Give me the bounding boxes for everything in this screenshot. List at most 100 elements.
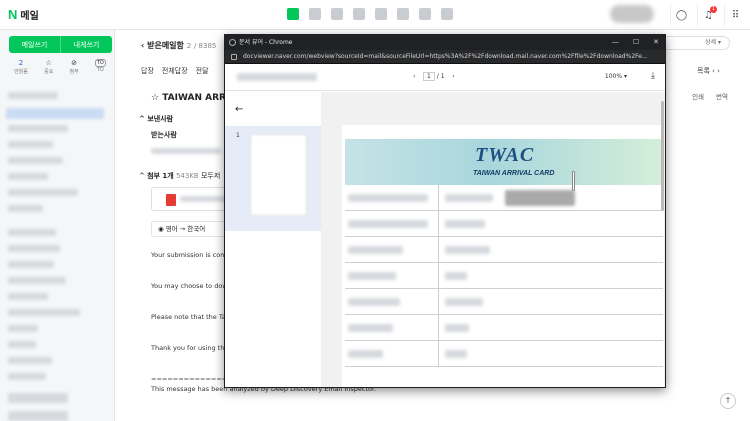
window-title: 문서 뷰어 - Chrome	[239, 39, 293, 46]
close-button[interactable]: ✕	[653, 35, 659, 50]
list-button[interactable]: 목록 ‹ ›	[697, 66, 720, 76]
naver-mail-logo[interactable]: N 메일	[8, 7, 39, 22]
receiver-label: 받는사람	[151, 131, 177, 139]
thumbnail-page[interactable]	[250, 134, 307, 216]
zoom-select[interactable]: 100% ▾	[605, 73, 627, 80]
quick-filters: 2 안읽음 ☆ 중요 ⊘ 첨부 TO TO	[6, 59, 114, 75]
translate-direction: 영어 → 한국어	[165, 225, 206, 233]
translate-button[interactable]: 번역	[716, 91, 728, 101]
folder-item[interactable]	[8, 261, 54, 268]
pdf-icon	[166, 194, 176, 206]
save-all-button[interactable]: 모두저	[201, 172, 220, 180]
important-filter[interactable]: ☆ 중요	[44, 59, 53, 75]
body-line: Your submission is compl	[151, 251, 233, 259]
page-indicator: ‹ 1 / 1 ›	[413, 72, 455, 81]
attachment-filter[interactable]: ⊘ 첨부	[69, 59, 78, 75]
to-filter[interactable]: TO TO	[94, 59, 106, 75]
mail-date	[151, 148, 221, 154]
write-mail-button[interactable]: 메일쓰기	[9, 36, 60, 53]
address-bar[interactable]: docviewer.naver.com/webview?sourceId=mai…	[225, 50, 665, 64]
app-title: 메일	[20, 11, 39, 22]
folder-item[interactable]	[8, 141, 53, 148]
field-value	[445, 220, 485, 228]
thumbnail-panel: ← 1	[225, 92, 321, 387]
folder-item[interactable]	[8, 325, 38, 332]
page-total: 1	[440, 73, 445, 80]
field-value	[445, 350, 467, 358]
body-line: Please note that the Taiw	[151, 313, 233, 321]
globe-icon	[229, 39, 236, 46]
mail-current-index: 2	[186, 42, 192, 50]
to-label: TO	[96, 67, 104, 73]
user-avatar[interactable]	[610, 5, 654, 23]
field-value	[445, 324, 469, 332]
field-label	[348, 298, 400, 306]
mail-app-icon[interactable]	[287, 8, 299, 20]
mailbox-name: 받은메일함	[147, 41, 184, 50]
star-icon: ☆	[45, 59, 52, 67]
photo-app-icon[interactable]	[331, 8, 343, 20]
memo-app-icon[interactable]	[397, 8, 409, 20]
window-titlebar[interactable]: 문서 뷰어 - Chrome — ☐ ✕	[225, 35, 665, 50]
form-row	[345, 315, 663, 341]
attachment-size: 543KB	[175, 172, 199, 180]
contacts-app-icon[interactable]	[353, 8, 365, 20]
bell-icon[interactable]: ♫ 1	[697, 4, 719, 26]
naver-logo-icon: N	[8, 7, 18, 22]
folder-item-selected[interactable]	[6, 108, 104, 119]
app-shortcuts	[287, 8, 453, 20]
folder-item[interactable]	[8, 157, 63, 164]
folder-item[interactable]	[8, 173, 48, 180]
document-filename	[237, 73, 317, 81]
talk-icon[interactable]: ◯	[670, 4, 692, 26]
folder-item[interactable]	[8, 357, 52, 364]
download-icon[interactable]: ⤓	[651, 71, 655, 81]
viewer-toolbar: ‹ 1 / 1 › 100% ▾ ⤓	[225, 64, 665, 91]
print-button[interactable]: 인쇄	[692, 91, 704, 101]
folder-item[interactable]	[8, 277, 66, 284]
page-scrollbar[interactable]	[661, 101, 664, 211]
forward-button[interactable]: 전달	[196, 66, 209, 76]
text-cursor	[572, 171, 575, 191]
folder-item[interactable]	[8, 373, 46, 380]
write-to-self-button[interactable]: 내게쓰기	[60, 36, 112, 53]
field-value	[445, 246, 490, 254]
folder-item[interactable]	[8, 293, 48, 300]
folder-item[interactable]	[8, 189, 78, 196]
back-arrow-icon[interactable]: ←	[235, 104, 243, 115]
folder-item[interactable]	[8, 125, 68, 132]
folder-item[interactable]	[8, 205, 43, 212]
field-label	[348, 350, 383, 358]
field-value	[445, 298, 483, 306]
settings-app-icon[interactable]	[375, 8, 387, 20]
arrival-card-header: TWAC TAIWAN ARRIVAL CARD	[345, 139, 663, 185]
compose-group: 메일쓰기 내게쓰기	[9, 36, 112, 53]
folder-item[interactable]	[8, 92, 58, 99]
maximize-button[interactable]: ☐	[633, 35, 639, 50]
folder-item[interactable]	[8, 393, 68, 403]
unread-filter[interactable]: 2 안읽음	[14, 59, 28, 75]
mail-total-count: / 8385	[193, 42, 217, 50]
chevron-down-icon: ▾	[623, 73, 627, 80]
form-row	[345, 211, 663, 237]
field-value-redacted	[505, 190, 575, 206]
home-app-icon[interactable]	[419, 8, 431, 20]
folder-item[interactable]	[8, 411, 68, 421]
scroll-top-button[interactable]: ↑	[720, 393, 736, 409]
grid-menu-icon[interactable]: ⠿	[724, 4, 746, 26]
to-icon: TO	[94, 59, 106, 67]
page-current[interactable]: 1	[423, 72, 435, 81]
folder-item[interactable]	[8, 309, 80, 316]
calendar-app-icon[interactable]	[309, 8, 321, 20]
bookmark-app-icon[interactable]	[441, 8, 453, 20]
folder-item[interactable]	[8, 341, 36, 348]
field-label	[348, 194, 428, 202]
site-info-icon[interactable]	[231, 54, 237, 60]
minimize-button[interactable]: —	[612, 35, 619, 50]
reply-all-button[interactable]: 전체답장	[162, 66, 188, 76]
breadcrumb[interactable]: ‹ 받은메일함 2 / 8385	[141, 40, 216, 51]
folder-item[interactable]	[8, 229, 56, 236]
reply-button[interactable]: 답장	[141, 66, 154, 76]
folder-item[interactable]	[8, 245, 60, 252]
thumbnail-number: 1	[236, 132, 240, 139]
